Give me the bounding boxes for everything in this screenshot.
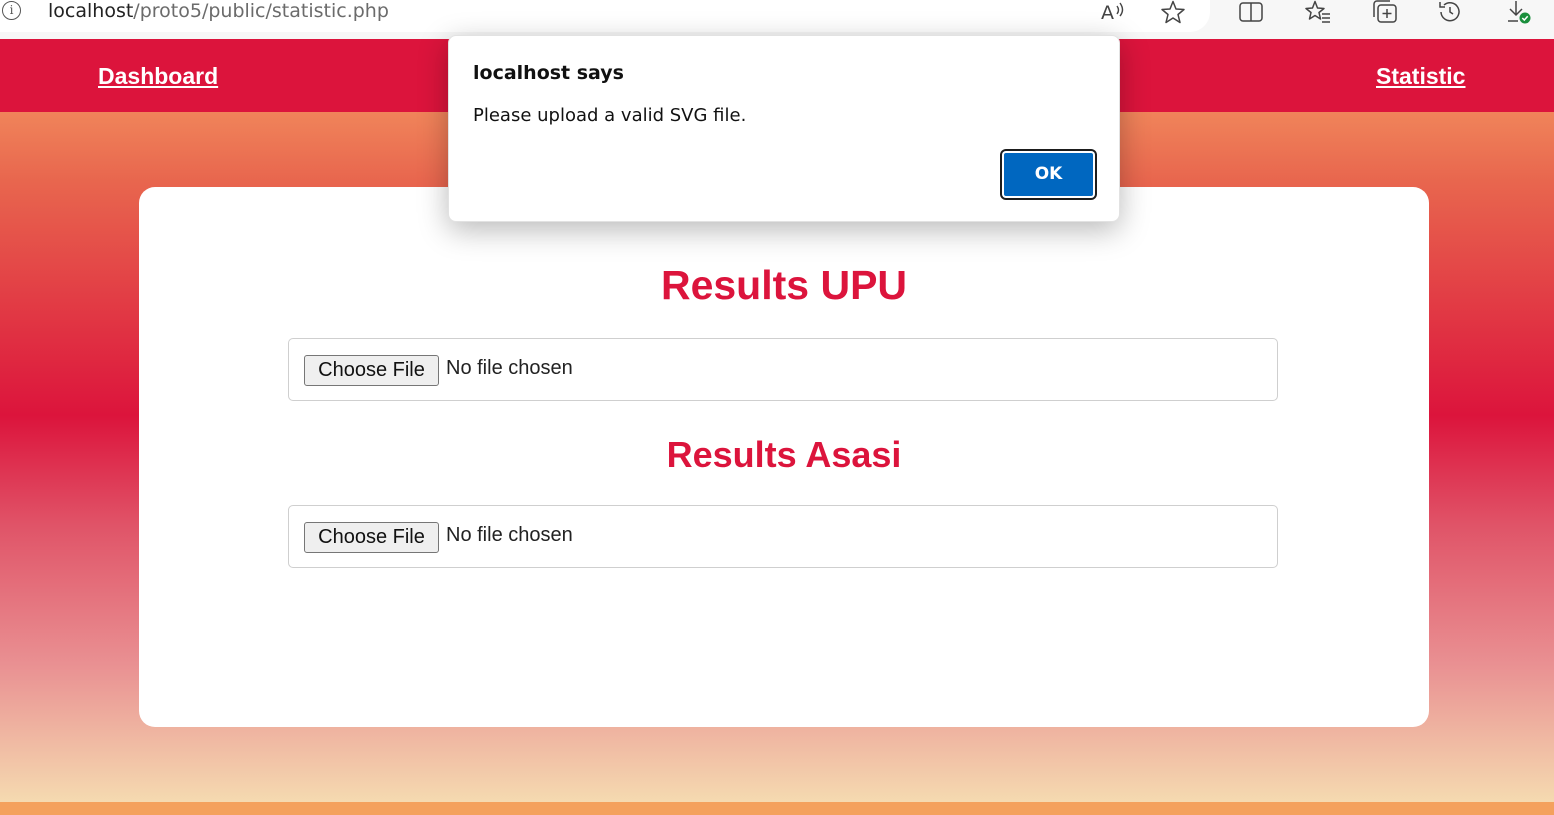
asasi-choose-file-button[interactable]: Choose File bbox=[304, 522, 439, 553]
upu-file-upload[interactable]: Choose File No file chosen bbox=[288, 338, 1278, 401]
upu-choose-file-button[interactable]: Choose File bbox=[304, 355, 439, 386]
upload-card: Results UPU Choose File No file chosen R… bbox=[139, 187, 1429, 727]
dialog-ok-button[interactable]: OK bbox=[1002, 151, 1095, 198]
downloads-icon[interactable] bbox=[1505, 0, 1531, 24]
favorites-icon[interactable] bbox=[1305, 0, 1331, 24]
read-aloud-icon[interactable]: A bbox=[1100, 0, 1126, 24]
url-text[interactable]: localhost/proto5/public/statistic.php bbox=[48, 0, 389, 22]
nav-statistic-link[interactable]: Statistic bbox=[1376, 63, 1465, 90]
alert-dialog: localhost says Please upload a valid SVG… bbox=[448, 35, 1120, 222]
asasi-file-upload[interactable]: Choose File No file chosen bbox=[288, 505, 1278, 568]
asasi-file-status: No file chosen bbox=[446, 524, 573, 546]
upu-file-status: No file chosen bbox=[446, 357, 573, 379]
browser-toolbar: i localhost/proto5/public/statistic.php … bbox=[0, 0, 1554, 39]
results-asasi-title: Results Asasi bbox=[666, 434, 902, 475]
url-host: localhost bbox=[48, 0, 134, 22]
results-upu-title: Results UPU bbox=[660, 262, 908, 308]
footer-strip bbox=[0, 802, 1554, 815]
history-icon[interactable] bbox=[1437, 0, 1463, 24]
info-icon[interactable]: i bbox=[2, 1, 21, 20]
nav-dashboard-link[interactable]: Dashboard bbox=[98, 63, 218, 90]
url-path: /proto5/public/statistic.php bbox=[133, 0, 389, 22]
split-screen-icon[interactable] bbox=[1238, 0, 1264, 24]
dialog-message: Please upload a valid SVG file. bbox=[473, 105, 747, 126]
svg-text:A: A bbox=[1101, 2, 1114, 24]
collections-icon[interactable] bbox=[1372, 0, 1398, 24]
dialog-title: localhost says bbox=[473, 62, 624, 84]
favorite-star-icon[interactable] bbox=[1160, 0, 1186, 24]
